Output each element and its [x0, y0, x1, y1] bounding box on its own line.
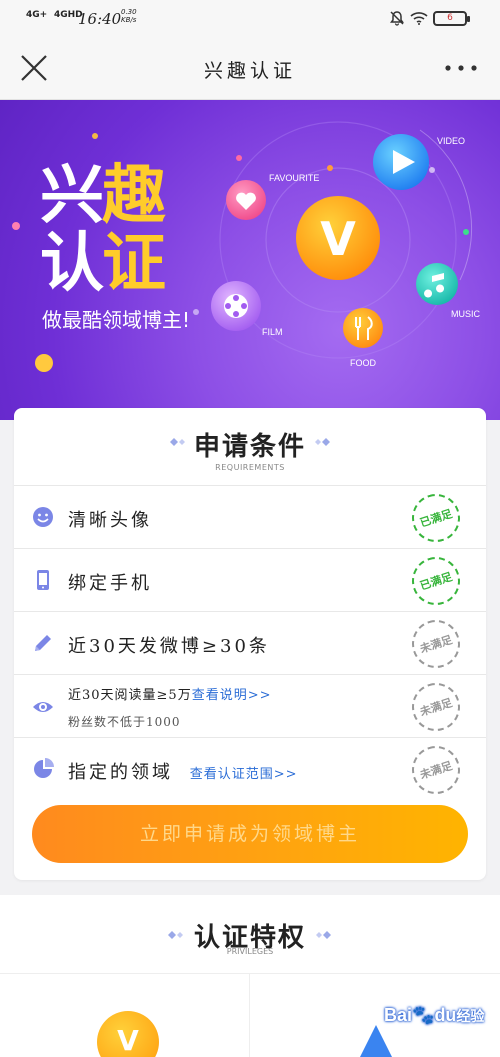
page-title: 兴趣认证: [203, 60, 296, 82]
network-indicator: 4G+: [26, 10, 48, 20]
requirement-text: 近30天发微博≥30条: [68, 636, 270, 657]
status-stamp: 已满足: [405, 550, 467, 612]
status-bar: 4G+ 4GHD 16:40 0.30 KB/s 6: [0, 0, 500, 38]
watermark-cn: 经验: [456, 1008, 485, 1024]
status-stamp: 已满足: [405, 487, 467, 549]
eye-icon: [33, 702, 53, 712]
battery-icon: 6: [433, 11, 470, 26]
watermark-brand: Bai: [384, 1005, 413, 1025]
watermark-brand2: du: [434, 1005, 457, 1025]
requirement-row-phone: 绑定手机 已满足: [14, 548, 486, 612]
smiley-icon: [33, 507, 53, 527]
requirement-text-main: 近30天阅读量≥5万: [68, 688, 192, 703]
hero-banner: V 兴趣 认证 做最酷领域博主! FAVOURITE VIDEO FILM FO…: [0, 100, 500, 420]
status-stamp: 未满足: [405, 676, 467, 738]
banner-slogan: 做最酷领域博主!: [42, 308, 191, 332]
divider: [0, 973, 500, 974]
requirement-text: 绑定手机: [68, 573, 152, 594]
banner-title-line1: 兴趣: [40, 159, 166, 233]
requirement-text-main: 指定的领域: [68, 762, 173, 783]
status-stamp: 未满足: [405, 613, 467, 675]
crown-icon: [360, 1025, 392, 1057]
pie-icon: [34, 758, 54, 778]
label-video: VIDEO: [437, 136, 466, 146]
banner-title-line2: 认证: [40, 227, 166, 301]
pencil-icon: [35, 635, 51, 651]
network-speed: 0.30 KB/s: [121, 8, 137, 24]
paw-icon: 🐾: [412, 1005, 435, 1025]
view-explanation-link[interactable]: 查看说明>>: [192, 688, 272, 703]
label-favourite: FAVOURITE: [269, 173, 320, 183]
requirement-row-field: 指定的领域 查看认证范围>> 未满足: [14, 737, 486, 801]
label-film: FILM: [262, 327, 283, 337]
divider-vertical: [249, 974, 250, 1057]
wifi-icon: [410, 12, 428, 25]
baidu-watermark: Bai🐾du经验: [384, 1005, 484, 1026]
requirements-subtitle: REQUIREMENTS: [215, 463, 285, 472]
privileges-subtitle: PRIVILEGES: [226, 947, 274, 956]
banner-v-letter: V: [320, 212, 356, 266]
apply-button[interactable]: 立即申请成为领域博主: [32, 805, 468, 863]
status-stamp: 未满足: [405, 739, 467, 801]
requirements-header: 申请条件 REQUIREMENTS: [14, 426, 486, 472]
requirement-text: 清晰头像: [68, 510, 152, 531]
requirement-text: 指定的领域 查看认证范围>>: [68, 758, 298, 784]
mute-bell-icon: [390, 11, 404, 26]
nav-bar: 兴趣认证: [0, 38, 500, 100]
requirements-card: 申请条件 REQUIREMENTS 清晰头像 已满足 绑定手机 已满足 近30天…: [14, 408, 486, 880]
label-music: MUSIC: [451, 309, 480, 319]
more-icon[interactable]: [444, 64, 478, 72]
requirement-row-posts: 近30天发微博≥30条 未满足: [14, 611, 486, 675]
banner-title: 兴趣 认证: [40, 159, 166, 301]
requirement-text: 近30天阅读量≥5万查看说明>>: [68, 684, 272, 703]
privileges-section: 认证特权 PRIVILEGES V: [0, 895, 500, 1057]
clock: 16:40: [78, 10, 122, 28]
requirement-text-line2: 粉丝数不低于1000: [68, 715, 181, 729]
requirements-title: 申请条件: [193, 432, 306, 462]
phone-icon: [37, 570, 49, 590]
v-badge-icon: V: [97, 1011, 159, 1057]
view-scope-link[interactable]: 查看认证范围>>: [190, 767, 298, 782]
requirement-row-avatar: 清晰头像 已满足: [14, 485, 486, 549]
requirement-row-reads: 近30天阅读量≥5万查看说明>> 粉丝数不低于1000 未满足: [14, 674, 486, 738]
label-food: FOOD: [350, 358, 376, 368]
